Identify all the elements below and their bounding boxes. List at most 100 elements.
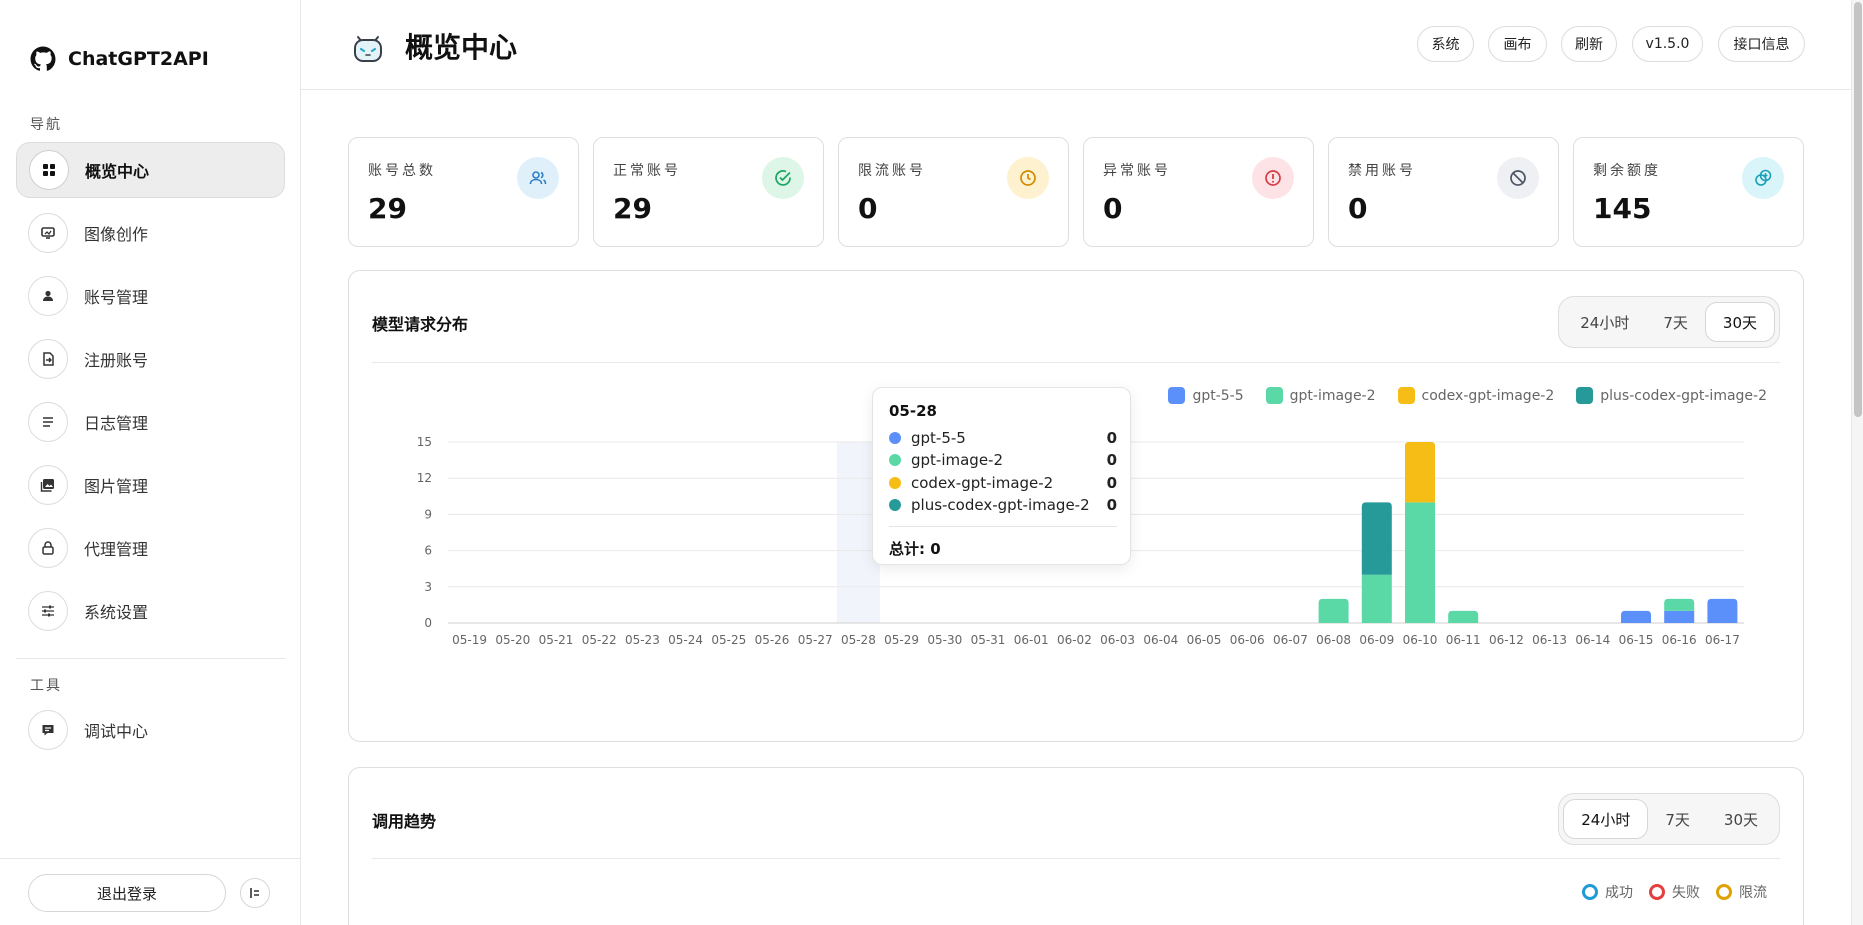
y-tick-label: 3 [424,580,432,594]
stat-value: 145 [1593,192,1652,225]
tooltip-series: gpt-5-5 [911,429,966,447]
x-tick-label: 06-05 [1187,633,1222,647]
call-trend-panel: 调用趋势 24小时 7天 30天 成功 失败 限流 [348,767,1804,925]
sidebar-item-proxy[interactable]: 代理管理 [16,520,285,576]
stat-label: 正常账号 [613,163,681,179]
x-tick-label: 05-20 [495,633,530,647]
y-tick-label: 12 [417,471,432,485]
refresh-button[interactable]: 刷新 [1561,26,1617,62]
page-scrollbar[interactable] [1851,0,1863,925]
tooltip-divider [889,526,1117,527]
x-tick-label: 05-31 [971,633,1006,647]
sidebar-item-label: 注册账号 [84,351,149,370]
stat-card-error: 异常账号 0 [1083,137,1314,247]
sidebar-item-label: 代理管理 [84,540,149,559]
bar-segment [1621,610,1651,623]
top-header: 概览中心 系统 画布 刷新 v1.5.0 接口信息 [301,0,1851,90]
sidebar-item-overview[interactable]: 概览中心 [16,142,285,198]
x-tick-label: 06-11 [1446,633,1481,647]
legend-item[interactable]: 成功 [1582,882,1633,902]
tooltip-row: gpt-image-2 0 [889,451,1117,469]
check-circle-icon [762,157,804,199]
range-7d-button[interactable]: 7天 [1648,799,1707,839]
sliders-icon [28,591,68,631]
x-tick-label: 06-02 [1057,633,1092,647]
stat-card-total: 账号总数 29 [348,137,579,247]
legend-item[interactable]: codex-gpt-image-2 [1397,387,1554,404]
range-30d-button[interactable]: 30天 [1704,302,1775,342]
user-icon [28,276,68,316]
sidebar-divider [16,658,285,659]
scrollbar-thumb[interactable] [1854,2,1862,417]
version-button[interactable]: v1.5.0 [1632,26,1703,62]
stat-label: 异常账号 [1103,163,1171,179]
x-tick-label: 06-12 [1489,633,1524,647]
stat-label: 限流账号 [858,163,926,179]
x-tick-label: 06-13 [1532,633,1567,647]
sidebar-item-debug[interactable]: 调试中心 [16,702,285,758]
sidebar-item-logs[interactable]: 日志管理 [16,394,285,450]
range-24h-button[interactable]: 24小时 [1563,799,1649,839]
x-tick-label: 05-28 [841,633,876,647]
tooltip-dot [889,454,901,466]
y-tick-label: 15 [417,435,432,449]
x-tick-label: 06-08 [1316,633,1351,647]
tooltip-row: gpt-5-5 0 [889,429,1117,447]
y-tick-label: 6 [424,544,432,558]
system-button[interactable]: 系统 [1417,26,1474,62]
lock-icon [28,528,68,568]
sidebar-item-image-create[interactable]: 图像创作 [16,205,285,261]
legend-item[interactable]: gpt-image-2 [1265,387,1376,404]
x-tick-label: 05-26 [755,633,790,647]
range-7d-button[interactable]: 7天 [1646,302,1705,342]
x-tick-label: 06-09 [1359,633,1394,647]
range-24h-button[interactable]: 24小时 [1563,302,1646,342]
bar-segment [1405,502,1435,623]
collapse-sidebar-button[interactable] [240,878,270,908]
tooltip-dot [889,499,901,511]
bar-segment [1707,598,1738,623]
legend-item[interactable]: 限流 [1716,882,1767,902]
legend-item[interactable]: gpt-5-5 [1168,387,1244,404]
brand[interactable]: ChatGPT2API [30,46,209,72]
users-icon [517,157,559,199]
image-create-icon [28,213,68,253]
sidebar-item-images[interactable]: 图片管理 [16,457,285,513]
ban-icon [1497,157,1539,199]
range-30d-button[interactable]: 30天 [1707,799,1775,839]
sidebar-item-accounts[interactable]: 账号管理 [16,268,285,324]
bar-segment [1664,598,1695,611]
legend-label: plus-codex-gpt-image-2 [1600,387,1767,404]
tooltip-dot [889,432,901,444]
x-tick-label: 05-27 [798,633,833,647]
clock-icon [1007,157,1049,199]
legend-swatch [1397,387,1415,404]
sidebar-item-label: 调试中心 [84,722,149,741]
stat-card-disabled: 禁用账号 0 [1328,137,1559,247]
logout-button[interactable]: 退出登录 [28,874,226,912]
page-title: 概览中心 [405,31,518,64]
sidebar-footer: 退出登录 [0,858,301,925]
tooltip-value: 0 [1106,474,1117,492]
register-icon [28,339,68,379]
x-tick-label: 05-24 [668,633,703,647]
tooltip-value: 0 [1106,496,1117,514]
legend-item[interactable]: 失败 [1649,882,1700,902]
legend-item[interactable]: plus-codex-gpt-image-2 [1576,387,1767,404]
canvas-button[interactable]: 画布 [1488,26,1547,62]
tooltip-dot [889,477,901,489]
x-tick-label: 06-16 [1662,633,1697,647]
panel-title: 模型请求分布 [372,315,469,334]
stat-label: 账号总数 [368,163,436,179]
api-info-button[interactable]: 接口信息 [1718,26,1805,62]
brand-name: ChatGPT2API [68,48,209,70]
x-tick-label: 06-17 [1705,633,1740,647]
bar-segment [1664,610,1695,623]
nav-section-label: 导航 [30,117,62,133]
x-tick-label: 06-14 [1575,633,1610,647]
legend-label: 失败 [1672,885,1700,901]
sidebar-item-settings[interactable]: 系统设置 [16,583,285,639]
y-tick-label: 9 [424,507,432,521]
x-tick-label: 06-01 [1014,633,1049,647]
sidebar-item-register[interactable]: 注册账号 [16,331,285,387]
